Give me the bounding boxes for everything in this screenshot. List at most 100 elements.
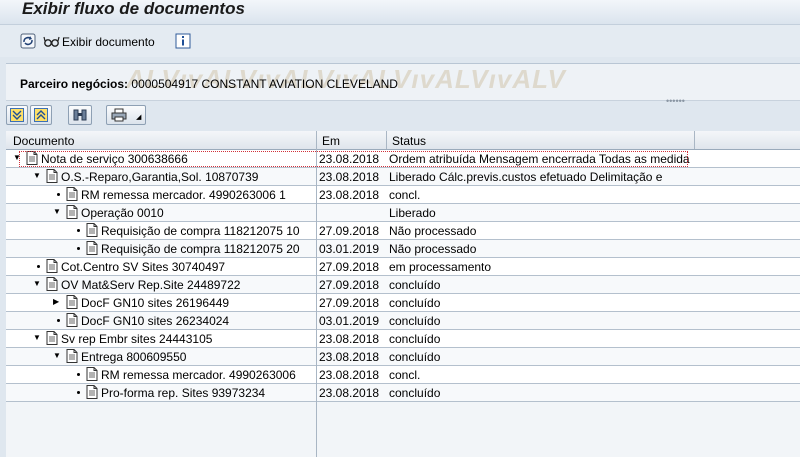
tree-leaf-bullet: [77, 247, 80, 250]
document-cell[interactable]: Operação 0010: [81, 206, 164, 220]
document-icon: [86, 385, 98, 399]
print-button[interactable]: ◢: [106, 105, 146, 125]
partner-label: Parceiro negócios:: [20, 77, 129, 91]
status-cell: Liberado: [389, 206, 436, 220]
document-icon: [86, 367, 98, 381]
table-row[interactable]: Requisição de compra 118212075 20 03.01.2…: [6, 240, 800, 258]
document-icon: [66, 349, 78, 363]
date-cell: 27.09.2018: [319, 260, 380, 274]
window-title: Exibir fluxo de documentos: [22, 0, 245, 18]
status-cell: concluído: [389, 296, 441, 310]
printer-icon: [111, 108, 127, 122]
tree-leaf-bullet: [77, 391, 80, 394]
table-row[interactable]: DocF GN10 sites 26234024 03.01.2019 conclu…: [6, 312, 800, 330]
date-cell: 23.08.2018: [319, 332, 380, 346]
document-cell[interactable]: Requisição de compra 118212075 10: [101, 224, 300, 238]
document-cell[interactable]: O.S.-Reparo,Garantia,Sol. 10870739: [61, 170, 258, 184]
tree-leaf-bullet: [57, 319, 60, 322]
document-icon: [66, 205, 78, 219]
collapse-node-icon[interactable]: ▼: [53, 352, 61, 360]
collapse-node-icon[interactable]: ▼: [13, 154, 21, 162]
date-cell: 27.09.2018: [319, 224, 380, 238]
collapse-node-icon[interactable]: ▼: [33, 280, 41, 288]
partner-value: 0000504917 CONSTANT AVIATION CLEVELAND: [131, 77, 398, 91]
document-cell[interactable]: Sv rep Embr sites 24443105: [61, 332, 212, 346]
date-cell: 23.08.2018: [319, 386, 380, 400]
date-cell: 03.01.2019: [319, 314, 380, 328]
collapse-all-button[interactable]: [30, 105, 52, 125]
table-row[interactable]: ▼ OV Mat&Serv Rep.Site 24489722 27.09.2018…: [6, 276, 800, 294]
table-row[interactable]: ▼ Sv rep Embr sites 24443105 23.08.2018 con…: [6, 330, 800, 348]
date-cell: 23.08.2018: [319, 368, 380, 382]
dropdown-arrow-icon: ◢: [136, 114, 142, 121]
table-row[interactable]: Requisição de compra 118212075 10 27.09.2…: [6, 222, 800, 240]
table-row[interactable]: ▼ O.S.-Reparo,Garantia,Sol. 10870739 23.08…: [6, 168, 800, 186]
document-cell[interactable]: OV Mat&Serv Rep.Site 24489722: [61, 278, 240, 292]
collapse-node-icon[interactable]: ▼: [33, 334, 41, 342]
column-divider: [316, 131, 317, 457]
table-row[interactable]: Pro-forma rep. Sites 93973234 23.08.2018 c…: [6, 384, 800, 402]
find-button[interactable]: [68, 105, 92, 125]
date-cell: 23.08.2018: [319, 170, 380, 184]
binoculars-icon: [73, 109, 87, 121]
document-icon: [86, 241, 98, 255]
table-row[interactable]: ▼ Nota de serviço 300638666 23.08.2018 Orde…: [6, 150, 800, 168]
document-cell[interactable]: Entrega 800609550: [81, 350, 186, 364]
status-cell: concl.: [389, 188, 421, 202]
expand-all-icon: [10, 108, 24, 122]
grid-header: Documento Em Status: [6, 131, 800, 150]
status-cell: concl.: [389, 368, 421, 382]
table-row[interactable]: ▼ Entrega 800609550 23.08.2018 concluído: [6, 348, 800, 366]
document-cell[interactable]: DocF GN10 sites 26196449: [81, 296, 229, 310]
date-cell: 23.08.2018: [319, 350, 380, 364]
document-cell[interactable]: Nota de serviço 300638666: [41, 152, 188, 166]
info-icon[interactable]: [175, 33, 191, 49]
date-cell: 03.01.2019: [319, 242, 380, 256]
table-row[interactable]: RM remessa mercador. 4990263006 23.08.201…: [6, 366, 800, 384]
status-cell: em processamento: [389, 260, 492, 274]
document-icon: [66, 187, 78, 201]
document-icon: [26, 151, 38, 165]
column-divider: [386, 131, 387, 149]
status-cell: Ordem atribuída Mensagem encerrada Todas…: [389, 152, 690, 166]
document-cell[interactable]: Requisição de compra 118212075 20: [101, 242, 300, 256]
status-cell: Não processado: [389, 224, 477, 238]
title-bar: Exibir fluxo de documentos: [0, 0, 800, 25]
column-divider: [694, 131, 695, 149]
date-cell: 27.09.2018: [319, 278, 380, 292]
table-row[interactable]: ▶ DocF GN10 sites 26196449 27.09.2018 concl…: [6, 294, 800, 312]
table-row[interactable]: Cot.Centro SV Sites 30740497 27.09.2018 em…: [6, 258, 800, 276]
column-header-date[interactable]: Em: [322, 134, 340, 148]
status-cell: concluído: [389, 332, 441, 346]
document-icon: [66, 295, 78, 309]
collapse-node-icon[interactable]: ▼: [33, 172, 41, 180]
status-cell: concluído: [389, 386, 441, 400]
expand-all-button[interactable]: [6, 105, 28, 125]
document-icon: [46, 331, 58, 345]
column-header-status[interactable]: Status: [392, 134, 426, 148]
document-icon: [46, 277, 58, 291]
document-cell[interactable]: RM remessa mercador. 4990263006 1: [81, 188, 286, 202]
display-document-button[interactable]: Exibir documento: [43, 25, 163, 57]
document-icon: [66, 313, 78, 327]
splitter-grip[interactable]: ••••••: [666, 97, 686, 106]
document-flow-grid: Documento Em Status ▼ Nota de serviço 300…: [6, 131, 800, 457]
expand-node-icon[interactable]: ▶: [53, 298, 61, 306]
refresh-icon[interactable]: [20, 33, 36, 49]
document-cell[interactable]: DocF GN10 sites 26234024: [81, 314, 229, 328]
document-icon: [46, 259, 58, 273]
status-cell: Liberado Cálc.previs.custos efetuado Del…: [389, 170, 663, 184]
status-cell: Não processado: [389, 242, 477, 256]
status-cell: concluído: [389, 278, 441, 292]
document-cell[interactable]: RM remessa mercador. 4990263006: [101, 368, 296, 382]
glasses-icon: [43, 36, 60, 47]
document-cell[interactable]: Cot.Centro SV Sites 30740497: [61, 260, 225, 274]
table-row[interactable]: ▼ Operação 0010 Liberado: [6, 204, 800, 222]
collapse-node-icon[interactable]: ▼: [53, 208, 61, 216]
date-cell: 23.08.2018: [319, 188, 380, 202]
table-row[interactable]: RM remessa mercador. 4990263006 1 23.08.2…: [6, 186, 800, 204]
column-header-document[interactable]: Documento: [13, 134, 74, 148]
document-cell[interactable]: Pro-forma rep. Sites 93973234: [101, 386, 265, 400]
tree-leaf-bullet: [77, 373, 80, 376]
date-cell: 23.08.2018: [319, 152, 380, 166]
